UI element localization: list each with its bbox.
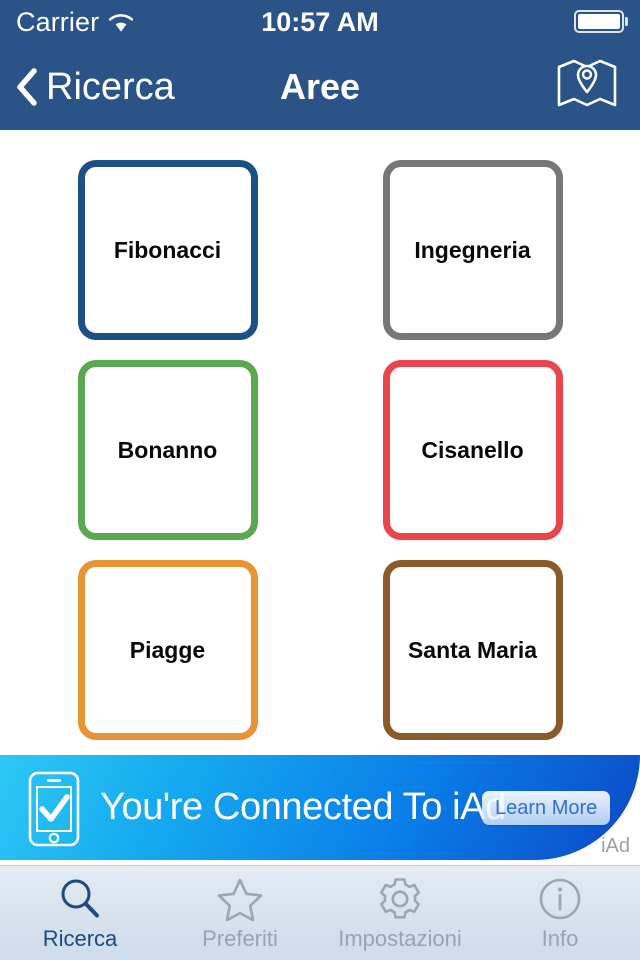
star-icon [217, 876, 263, 922]
iad-network-label: iAd [601, 835, 630, 857]
area-card-fibonacci[interactable]: Fibonacci [77, 160, 258, 340]
page-title: Aree [279, 66, 361, 107]
phone-check-icon [28, 771, 80, 852]
status-bar-clock: 10:57 AM [261, 7, 379, 37]
area-card-santa-maria[interactable]: Santa Maria [382, 560, 563, 740]
search-icon [58, 876, 102, 922]
battery-icon [574, 10, 628, 33]
area-card-label: Fibonacci [113, 236, 222, 263]
area-card-ingegneria[interactable]: Ingegneria [382, 160, 563, 340]
tab-label: Impostazioni [338, 925, 462, 951]
tab-ricerca[interactable]: Ricerca [0, 866, 160, 960]
area-card-piagge[interactable]: Piagge [77, 560, 258, 740]
map-pin-icon [556, 57, 618, 118]
learn-more-button[interactable]: Learn More [482, 791, 611, 825]
iad-banner[interactable]: You're Connected To iAd Learn More iAd [0, 755, 640, 860]
tab-impostazioni[interactable]: Impostazioni [320, 866, 480, 960]
tab-bar: Ricerca Preferiti Impostazioni Info [0, 865, 640, 960]
gear-icon [377, 876, 423, 922]
iad-headline: You're Connected To iAd [100, 786, 506, 828]
area-card-label: Ingegneria [414, 236, 531, 263]
area-card-label: Piagge [129, 636, 206, 663]
tab-preferiti[interactable]: Preferiti [160, 866, 320, 960]
area-card-label: Cisanello [421, 436, 524, 463]
navigation-bar: Ricerca Aree [0, 44, 640, 130]
areas-content: Fibonacci Ingegneria Bonanno Cisanello P… [0, 130, 640, 755]
tab-info[interactable]: Info [480, 866, 640, 960]
area-card-bonanno[interactable]: Bonanno [77, 360, 258, 540]
app-screen: Carrier 10:57 AM Ricerca Aree Fibonacci … [0, 0, 640, 960]
status-bar: Carrier 10:57 AM [0, 0, 640, 44]
tab-label: Info [541, 925, 579, 951]
areas-grid: Fibonacci Ingegneria Bonanno Cisanello P… [0, 130, 640, 760]
area-card-cisanello[interactable]: Cisanello [382, 360, 563, 540]
tab-label: Ricerca [42, 925, 118, 951]
info-icon [537, 876, 583, 922]
tab-label: Preferiti [202, 925, 278, 951]
area-card-label: Bonanno [117, 436, 218, 463]
area-card-label: Santa Maria [407, 636, 538, 663]
map-button[interactable] [556, 44, 618, 130]
